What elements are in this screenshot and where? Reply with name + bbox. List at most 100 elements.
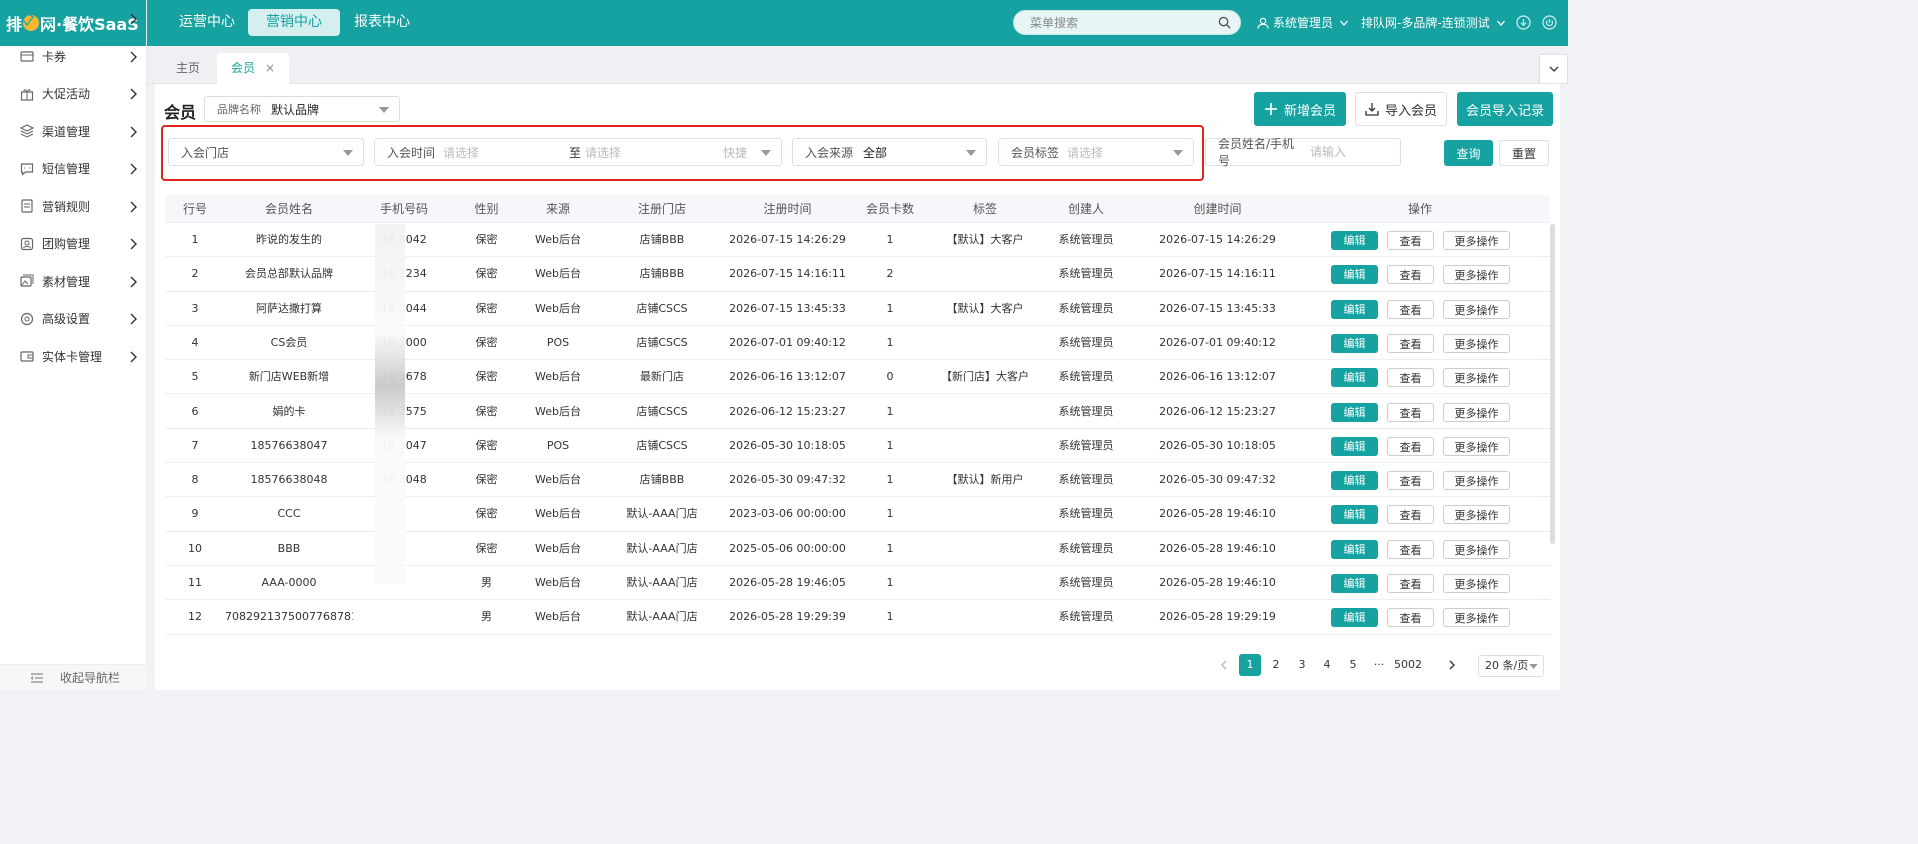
view-button[interactable]: 查看 [1387,299,1434,319]
org-switcher[interactable]: 排队网-多品牌-连锁测试 [1361,14,1506,31]
sidebar-item-8[interactable]: 高级设置 [0,300,147,338]
phone-redaction-mask [375,224,405,584]
page-number[interactable]: 5 [1342,654,1364,676]
page-number[interactable]: ··· [1368,654,1390,676]
table-row[interactable]: 71857663804718 3047保密POS店铺CSCS2026-05-30… [165,429,1550,464]
more-actions-button[interactable]: 更多操作 [1443,574,1510,593]
table-cell: 保密 [475,335,498,349]
reset-button[interactable]: 重置 [1499,140,1549,166]
view-button[interactable]: 查看 [1387,505,1434,525]
page-number[interactable]: 2 [1265,654,1287,676]
table-row[interactable]: 9 CCC 保密 Web后台 默认-AAA门店 2023-03-06 00:00:00 1 系… [165,497,1550,532]
import-member-button[interactable]: 导入会员 [1355,92,1447,126]
view-button[interactable]: 查看 [1387,471,1434,491]
search-icon[interactable] [1218,16,1231,29]
more-actions-button[interactable]: 更多操作 [1443,608,1510,628]
add-member-button[interactable]: 新增会员 [1254,92,1346,126]
sidebar-item-4[interactable]: 短信管理 [0,150,147,188]
view-button[interactable]: 查看 [1387,539,1434,559]
more-actions-button[interactable]: 更多操作 [1443,436,1510,456]
page-number[interactable]: 5002 [1390,654,1426,676]
member-tag-select[interactable]: 会员标签 请选择 [998,138,1194,166]
end-date-placeholder[interactable]: 请选择 [585,144,621,161]
start-date-placeholder[interactable]: 请选择 [443,144,479,161]
query-button[interactable]: 查询 [1444,140,1493,166]
edit-button[interactable]: 编辑 [1331,265,1378,285]
edit-button[interactable]: 编辑 [1331,505,1378,525]
sidebar-item-9[interactable]: 实体卡管理 [0,338,147,376]
table-row[interactable]: 5新门店WEB新增16 3678保密Web后台最新门店2026-06-16 13… [165,360,1550,395]
join-time-range[interactable]: 入会时间 请选择 至 请选择 快捷 [374,138,782,166]
table-row[interactable]: 10 BBB 保密 Web后台 默认-AAA门店 2025-05-06 00:00:00 1… [165,532,1550,566]
sidebar-item-2[interactable]: 大促活动 [0,75,147,113]
import-log-button[interactable]: 会员导入记录 [1457,92,1553,126]
table-row[interactable]: 4CS会员10 3000保密POS店铺CSCS2026-07-01 09:40:… [165,326,1550,361]
more-actions-button[interactable]: 更多操作 [1443,231,1510,250]
page-number[interactable]: 4 [1316,654,1338,676]
menu-search-input[interactable] [1014,11,1204,34]
page-tab-member[interactable]: 会员 × [217,53,290,84]
more-actions-button[interactable]: 更多操作 [1443,471,1510,491]
tab-report-center[interactable]: 报表中心 [336,9,428,36]
table-row[interactable]: 81857663804818 3048保密Web后台店铺BBB2026-05-3… [165,463,1550,498]
user-menu[interactable]: 系统管理员 [1257,14,1349,31]
table-row[interactable]: 11 AAA-0000 男 Web后台 默认-AAA门店 2026-05-28 19:46… [165,566,1550,601]
edit-button[interactable]: 编辑 [1331,333,1378,353]
view-button[interactable]: 查看 [1387,574,1434,593]
quick-select[interactable]: 快捷 [723,144,747,161]
chevron-right-icon[interactable] [1446,659,1458,671]
page-size-select[interactable]: 20 条/页 [1478,655,1544,677]
table-scrollbar[interactable] [1550,224,1555,544]
edit-button[interactable]: 编辑 [1331,436,1378,456]
edit-button[interactable]: 编辑 [1331,299,1378,319]
more-actions-button[interactable]: 更多操作 [1443,539,1510,559]
more-actions-button[interactable]: 更多操作 [1443,333,1510,353]
edit-button[interactable]: 编辑 [1331,402,1378,422]
page-tab-home[interactable]: 主页 [162,53,214,84]
more-actions-button[interactable]: 更多操作 [1443,299,1510,319]
join-source-select[interactable]: 入会来源 全部 [792,138,987,166]
page-number[interactable]: 3 [1291,654,1313,676]
table-row[interactable]: 3阿萨达撒打算18 5044保密Web后台店铺CSCS2026-07-15 13… [165,292,1550,326]
brand-select[interactable]: 品牌名称 默认品牌 [204,96,400,122]
view-button[interactable]: 查看 [1387,265,1434,285]
sidebar-item-0[interactable]: 会员 [0,0,147,38]
edit-button[interactable]: 编辑 [1331,368,1378,388]
download-icon[interactable] [1516,15,1531,30]
close-icon[interactable]: × [265,53,275,84]
view-button[interactable]: 查看 [1387,368,1434,388]
view-button[interactable]: 查看 [1387,231,1434,250]
more-actions-button[interactable]: 更多操作 [1443,368,1510,388]
tabs-more-button[interactable] [1539,54,1568,84]
power-icon[interactable] [1542,15,1557,30]
tab-operation-center[interactable]: 运营中心 [161,9,253,36]
sidebar-item-5[interactable]: 营销规则 [0,188,147,226]
view-button[interactable]: 查看 [1387,436,1434,456]
edit-button[interactable]: 编辑 [1331,471,1378,491]
view-button[interactable]: 查看 [1387,608,1434,628]
tab-marketing-center[interactable]: 营销中心 [248,9,340,36]
edit-button[interactable]: 编辑 [1331,539,1378,559]
page-number[interactable]: 1 [1239,654,1261,676]
view-button[interactable]: 查看 [1387,333,1434,353]
view-button[interactable]: 查看 [1387,402,1434,422]
sidebar-item-7[interactable]: 素材管理 [0,263,147,301]
table-row[interactable]: 6娟的卡15 2575保密Web后台店铺CSCS2026-06-12 15:23… [165,395,1550,429]
edit-button[interactable]: 编辑 [1331,608,1378,628]
edit-button[interactable]: 编辑 [1331,574,1378,593]
sidebar-item-6[interactable]: 团购管理 [0,225,147,263]
chevron-left-icon[interactable] [1218,659,1230,671]
table-row[interactable]: 12 70829213750077687814 男 Web后台 默认-AAA门店 2026… [165,600,1550,635]
table-row[interactable]: 1昨说的发生的18 6042保密Web后台店铺BBB2026-07-15 14:… [165,223,1550,258]
more-actions-button[interactable]: 更多操作 [1443,402,1510,422]
join-store-select[interactable]: 入会门店 [168,138,364,166]
table-cell: 系统管理员 [1058,370,1114,384]
sidebar-item-3[interactable]: 渠道管理 [0,113,147,151]
collapse-nav-button[interactable]: 收起导航栏 [0,664,147,690]
more-actions-button[interactable]: 更多操作 [1443,265,1510,285]
table-row[interactable]: 2会员总部默认品牌16 1234保密Web后台店铺BBB2026-07-15 1… [165,257,1550,292]
edit-button[interactable]: 编辑 [1331,231,1378,250]
name-phone-input[interactable] [1310,145,1400,159]
sidebar-item-1[interactable]: 卡券 [0,38,147,76]
more-actions-button[interactable]: 更多操作 [1443,505,1510,525]
